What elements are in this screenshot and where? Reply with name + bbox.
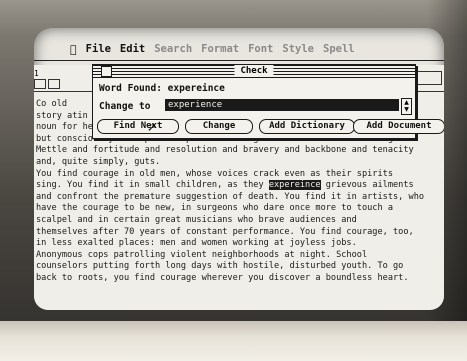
line-text: and confront the premature suggestion of… — [36, 191, 425, 202]
document-line[interactable]: and confront the premature suggestion of… — [36, 192, 444, 204]
find-next-button[interactable]: Find Next — [97, 119, 179, 134]
change-to-label: Change to — [99, 101, 151, 112]
document-line[interactable]: counselors putting forth long days with … — [36, 261, 444, 273]
menu-spell[interactable]: Spell — [323, 43, 355, 55]
line-text: scalpel and in certain great musicians w… — [36, 214, 357, 225]
document-line[interactable]: You find courage in old men, whose voice… — [36, 169, 444, 181]
document-line[interactable]: and, quite simply, guts. — [36, 157, 444, 169]
word-found-row: Word Found: expereince — [99, 83, 225, 94]
line-text: and, quite simply, guts. — [36, 156, 161, 167]
dialog-title-bar[interactable]: Check — [93, 65, 415, 78]
add-document-button[interactable]: Add Document — [353, 119, 444, 134]
document-line[interactable]: sing. You find it in small children, as … — [36, 180, 444, 192]
line-text: old — [46, 99, 68, 109]
document-line[interactable]: Mettle and fortitude and resolution and … — [36, 145, 444, 157]
align-left-icon[interactable] — [34, 79, 46, 89]
document-line[interactable]: scalpel and in certain great musicians w… — [36, 215, 444, 227]
document-line[interactable]: Anonymous cops patrolling violent neighb… — [36, 250, 444, 262]
line-text: grievous ailments — [320, 180, 414, 191]
menu-format[interactable]: Format — [201, 43, 239, 55]
line-text: atin — [61, 110, 88, 121]
scroll-down-icon[interactable]: ▼ — [402, 106, 411, 113]
line-text: You find courage in old men, whose voice… — [36, 168, 393, 179]
change-to-field[interactable]: experience — [165, 99, 399, 111]
document-line[interactable]: have the courage to be new, in surgeons … — [36, 203, 444, 215]
apple-menu-icon[interactable]:  — [70, 43, 77, 56]
menu-divider — [34, 60, 444, 61]
mouse-pointer-icon: ➚ — [147, 120, 158, 134]
menu-file[interactable]: File — [86, 43, 111, 55]
word-found-value: expereince — [167, 83, 225, 94]
menu-search[interactable]: Search — [154, 43, 192, 55]
line-text: Co — [36, 99, 47, 109]
line-text: have the courage to be new, in surgeons … — [36, 203, 393, 214]
menu-font[interactable]: Font — [248, 43, 273, 55]
align-center-icon[interactable] — [48, 79, 60, 89]
line-text: counselors putting forth long days with … — [36, 261, 404, 272]
scroll-up-icon[interactable]: ▲ — [402, 99, 411, 106]
document-line[interactable]: themselves after 70 years of constant pe… — [36, 227, 444, 239]
line-text: Mettle and fortitude and resolution and … — [36, 145, 414, 156]
document-line[interactable]: in less exalted places: men and women wo… — [36, 238, 444, 250]
close-box-icon[interactable] — [101, 66, 112, 77]
word-found-label: Word Found: — [99, 83, 162, 94]
change-button[interactable]: Change — [185, 119, 253, 134]
line-text: in less exalted places: men and women wo… — [36, 238, 357, 249]
line-text: back to roots, you find courage wherever… — [36, 272, 409, 283]
monitor-case — [0, 321, 467, 361]
line-text: themselves after 70 years of constant pe… — [36, 226, 414, 237]
line-text: story — [36, 110, 62, 121]
spell-check-dialog: Check Word Found: expereince Change to e… — [92, 64, 444, 139]
menu-bar:  File Edit Search Format Font Style Spe… — [34, 38, 444, 60]
line-text: sing. You find it in small children, as … — [36, 180, 269, 191]
add-dictionary-button[interactable]: Add Dictionary — [259, 119, 355, 134]
line-text: Anonymous cops patrolling violent neighb… — [36, 249, 368, 260]
misspelled-word-highlight[interactable]: expereince — [268, 180, 321, 191]
ruler-left-mark: 1 — [34, 69, 39, 78]
menu-style[interactable]: Style — [282, 43, 314, 55]
dialog-title: Check — [234, 65, 274, 77]
menu-edit[interactable]: Edit — [120, 43, 145, 55]
screen:  File Edit Search Format Font Style Spe… — [34, 28, 444, 310]
suggestion-scroller[interactable]: ▲ ▼ — [401, 98, 412, 115]
document-line[interactable]: back to roots, you find courage wherever… — [36, 273, 444, 285]
